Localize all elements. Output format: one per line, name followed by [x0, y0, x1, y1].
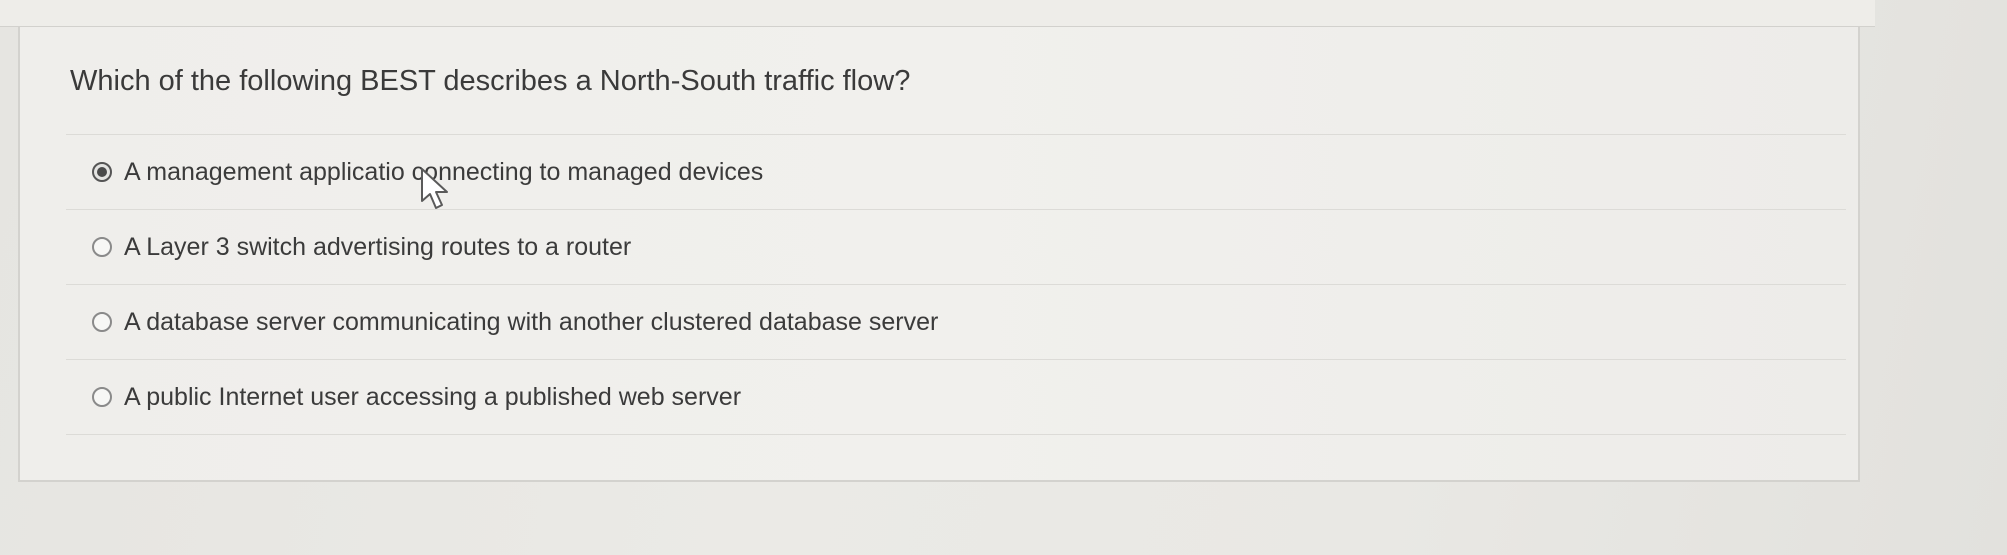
- answer-option-label: A Layer 3 switch advertising routes to a…: [124, 232, 632, 261]
- top-strip: [0, 0, 1875, 27]
- answer-option-b[interactable]: A Layer 3 switch advertising routes to a…: [66, 209, 1846, 284]
- mouse-pointer-icon: [421, 168, 448, 209]
- radio-button-icon[interactable]: [92, 237, 112, 257]
- radio-button-icon[interactable]: [92, 387, 112, 407]
- question-text: Which of the following BEST describes a …: [70, 65, 911, 97]
- answer-option-d[interactable]: A public Internet user accessing a publi…: [66, 359, 1846, 435]
- answer-option-label: A database server communicating with ano…: [124, 307, 939, 336]
- answer-option-c[interactable]: A database server communicating with ano…: [66, 284, 1846, 359]
- radio-button-icon[interactable]: [92, 162, 112, 182]
- answer-options: A management applicatio connecting to ma…: [66, 134, 1846, 435]
- question-card: Which of the following BEST describes a …: [18, 27, 1860, 482]
- answer-option-a[interactable]: A management applicatio connecting to ma…: [66, 134, 1846, 209]
- radio-button-icon[interactable]: [92, 312, 112, 332]
- answer-option-label: A public Internet user accessing a publi…: [124, 382, 742, 411]
